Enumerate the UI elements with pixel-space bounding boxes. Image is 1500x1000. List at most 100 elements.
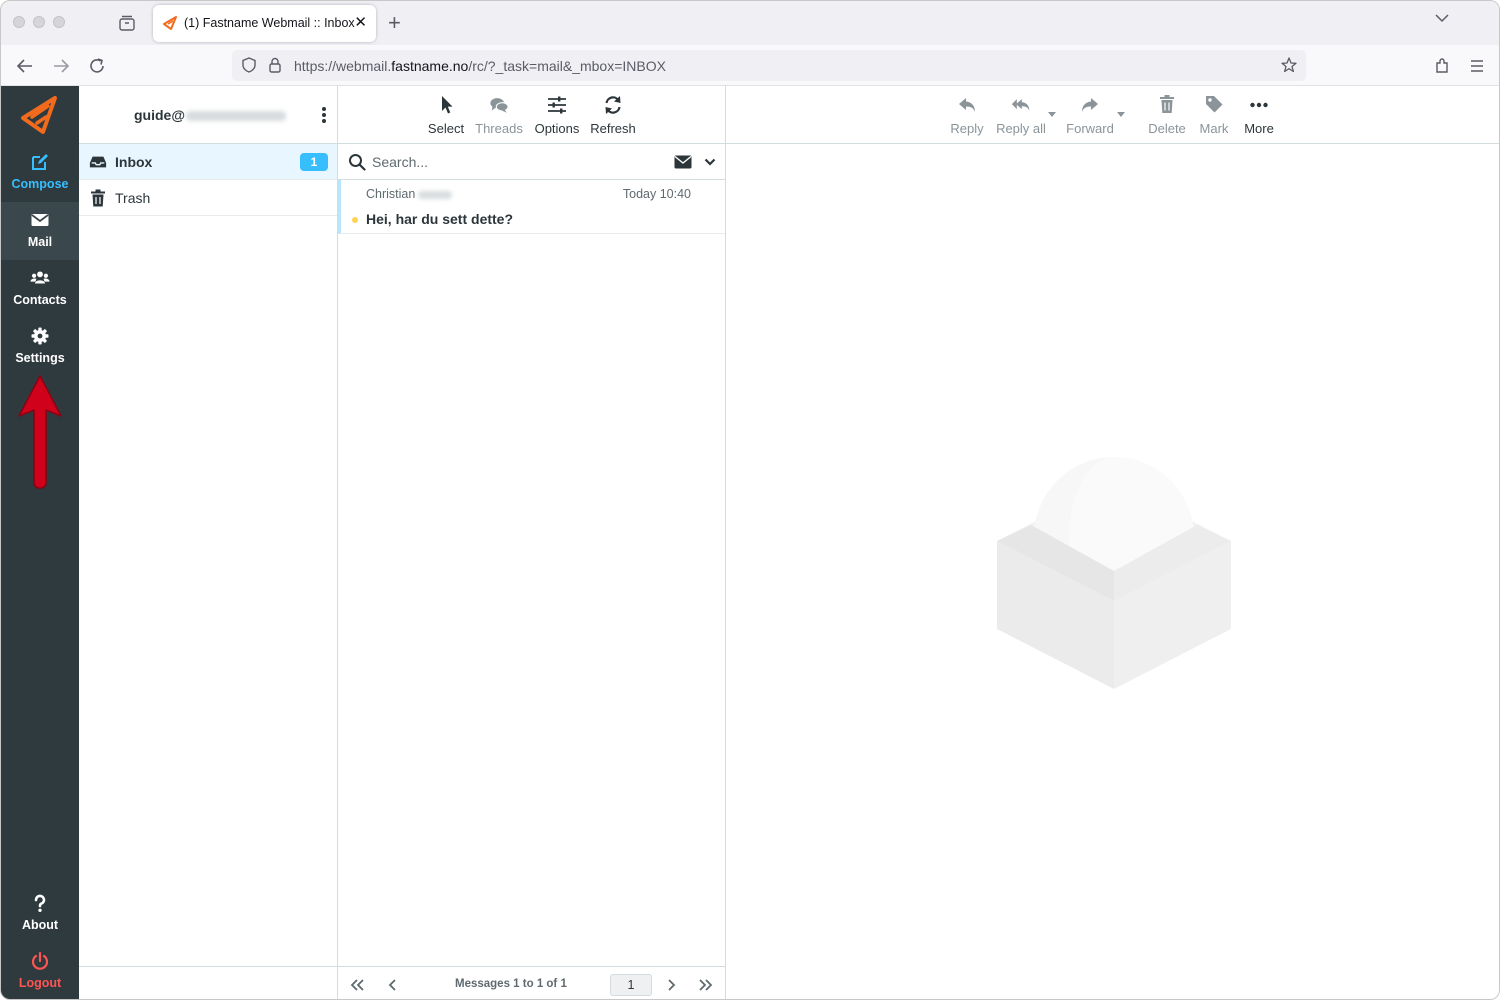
more-dots-icon	[1250, 102, 1268, 108]
power-icon	[31, 951, 49, 970]
address-bar[interactable]: https://webmail.fastname.no/rc/?_task=ma…	[232, 50, 1306, 81]
pagination-bar: Messages 1 to 1 of 1 1	[338, 966, 725, 999]
message-subject: Hei, har du sett dette?	[366, 211, 514, 227]
search-input[interactable]	[372, 152, 662, 172]
unread-dot-icon[interactable]	[352, 217, 358, 223]
forward-button[interactable]: Forward	[1065, 94, 1115, 138]
extensions-icon[interactable]	[1432, 56, 1452, 76]
browser-tab-bar: (1) Fastname Webmail :: Inbox ✕ +	[1, 1, 1499, 45]
message-count-text: Messages 1 to 1 of 1	[455, 978, 567, 990]
message-list-item[interactable]: Christian Today 10:40 Hei, har du sett d…	[338, 180, 725, 234]
webmail-app: Compose Mail Contacts Settings About Log…	[1, 86, 1499, 999]
account-email-prefix: guide@	[134, 107, 185, 123]
gear-icon	[31, 327, 49, 345]
bookmark-star-icon[interactable]	[1280, 56, 1298, 74]
shield-icon[interactable]	[240, 56, 258, 74]
url-text[interactable]: https://webmail.fastname.no/rc/?_task=ma…	[294, 58, 666, 74]
hamburger-menu-icon[interactable]	[1467, 56, 1487, 76]
folder-panel-header: guide@	[79, 86, 337, 144]
page-number-input[interactable]: 1	[610, 974, 652, 996]
reply-all-button[interactable]: Reply all	[994, 94, 1048, 138]
url-suffix: /rc/?_task=mail&_mbox=INBOX	[468, 58, 666, 74]
message-sender-name: Christian	[366, 187, 416, 201]
delete-button[interactable]: Delete	[1147, 94, 1187, 138]
folder-inbox[interactable]: Inbox 1	[79, 144, 337, 180]
threads-button[interactable]: Threads	[474, 94, 524, 138]
blurred-domain	[185, 111, 286, 122]
minimize-window-button[interactable]	[33, 16, 45, 28]
mark-button[interactable]: Mark	[1195, 94, 1233, 138]
folder-trash-label: Trash	[115, 190, 151, 206]
message-list-panel: Select Threads Options Refresh Search...…	[338, 86, 726, 999]
threads-label: Threads	[475, 121, 523, 136]
cursor-pointer-icon	[442, 96, 453, 114]
tab-overview-icon[interactable]	[117, 13, 137, 33]
browser-window: (1) Fastname Webmail :: Inbox ✕ + https:…	[0, 0, 1500, 1000]
browser-tab-active[interactable]: (1) Fastname Webmail :: Inbox ✕	[153, 5, 376, 42]
chat-bubbles-icon	[490, 98, 509, 113]
trash-icon	[91, 189, 105, 207]
folder-trash[interactable]: Trash	[79, 180, 337, 216]
trash-icon	[1160, 95, 1174, 113]
folder-panel-footer	[79, 966, 337, 999]
envelope-icon	[31, 214, 49, 226]
message-date: Today 10:40	[622, 187, 691, 201]
back-icon[interactable]	[15, 56, 35, 76]
url-prefix: https://webmail.	[294, 58, 392, 74]
mark-label: Mark	[1199, 121, 1229, 136]
users-icon	[30, 271, 50, 284]
message-list-toolbar: Select Threads Options Refresh	[338, 86, 725, 144]
mail-button[interactable]: Mail	[1, 202, 79, 260]
reply-all-label: Reply all	[996, 121, 1046, 136]
about-button[interactable]: About	[1, 885, 79, 943]
options-button[interactable]: Options	[532, 94, 582, 138]
compose-label: Compose	[11, 177, 69, 191]
zoom-window-button[interactable]	[53, 16, 65, 28]
more-button[interactable]: More	[1240, 94, 1278, 138]
close-window-button[interactable]	[13, 16, 25, 28]
inbox-icon	[89, 156, 107, 168]
reply-all-icon	[1011, 99, 1030, 111]
search-bar	[338, 144, 725, 180]
folder-actions-menu-icon[interactable]	[321, 105, 327, 125]
search-icon[interactable]	[348, 153, 366, 171]
message-preview-panel: Reply Reply all Forward Delete Mark More	[726, 86, 1499, 999]
unread-count-badge: 1	[300, 153, 328, 171]
forward-dropdown-icon[interactable]	[1117, 112, 1125, 117]
tag-icon	[1206, 96, 1223, 113]
reply-all-dropdown-icon[interactable]	[1048, 112, 1056, 117]
list-all-tabs-icon[interactable]	[1435, 13, 1449, 23]
forward-nav-icon[interactable]	[51, 56, 71, 76]
message-toolbar: Reply Reply all Forward Delete Mark More	[726, 86, 1499, 144]
contacts-button[interactable]: Contacts	[1, 260, 79, 318]
settings-button[interactable]: Settings	[1, 318, 79, 376]
fastname-favicon-icon	[163, 16, 177, 30]
reload-icon[interactable]	[87, 56, 107, 76]
previous-page-icon[interactable]	[385, 978, 401, 992]
select-button[interactable]: Select	[426, 94, 466, 138]
compose-button[interactable]: Compose	[1, 144, 79, 202]
lock-icon[interactable]	[267, 56, 283, 74]
blurred-surname	[418, 190, 453, 199]
first-page-icon[interactable]	[349, 978, 365, 992]
question-mark-icon	[34, 894, 46, 912]
reply-icon	[959, 98, 975, 112]
sliders-icon	[548, 96, 566, 114]
search-scope-envelope-icon[interactable]	[674, 155, 692, 169]
select-label: Select	[427, 121, 465, 136]
last-page-icon[interactable]	[698, 978, 714, 992]
logout-button[interactable]: Logout	[1, 943, 79, 999]
browser-nav-bar: https://webmail.fastname.no/rc/?_task=ma…	[1, 45, 1499, 86]
main-navigation-rail: Compose Mail Contacts Settings About Log…	[1, 86, 79, 999]
chevron-down-icon[interactable]	[704, 156, 716, 168]
refresh-label: Refresh	[590, 121, 636, 136]
logout-label: Logout	[18, 976, 62, 990]
next-page-icon[interactable]	[663, 978, 679, 992]
refresh-button[interactable]: Refresh	[588, 94, 638, 138]
reply-button[interactable]: Reply	[947, 94, 987, 138]
new-tab-icon[interactable]: +	[388, 10, 401, 36]
compose-icon	[32, 154, 48, 170]
tab-close-icon[interactable]: ✕	[354, 13, 367, 31]
tab-title: (1) Fastname Webmail :: Inbox	[184, 16, 355, 30]
fastname-logo[interactable]	[19, 92, 61, 136]
